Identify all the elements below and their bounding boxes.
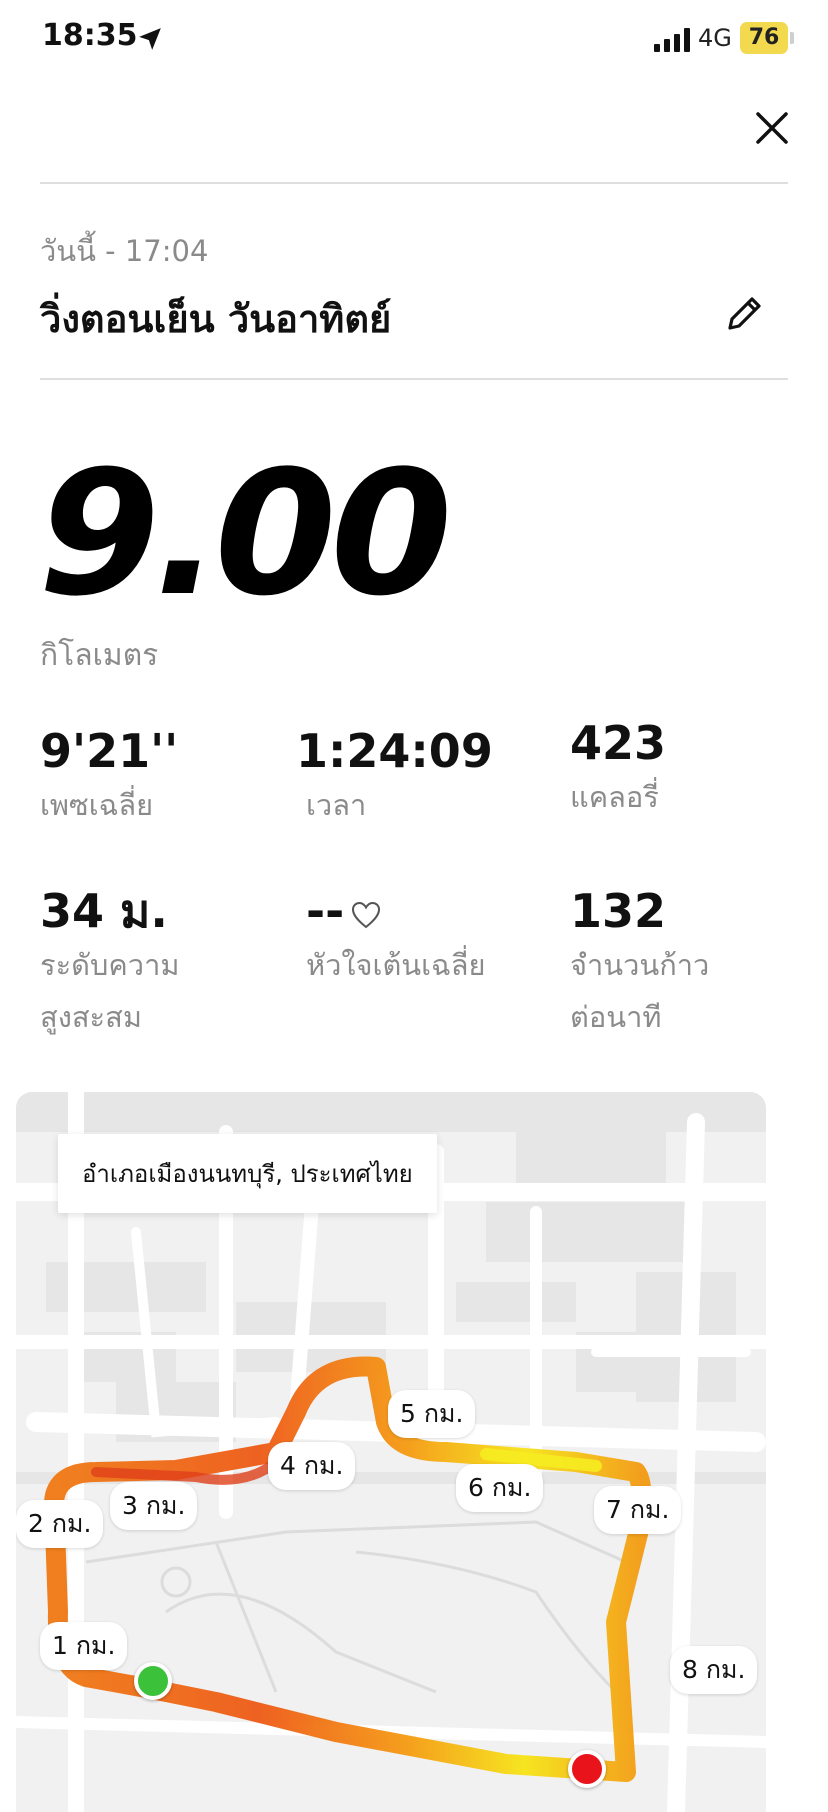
km-marker: 3 กม. [110,1482,198,1530]
pace-label: เพซเฉลี่ย [40,788,154,823]
status-bar: 18:35 4G 76 [0,0,828,80]
heart-rate-value: -- [306,884,345,938]
time-value: 1:24:09 [296,724,493,778]
heart-icon [352,901,381,928]
map-location-label: อำเภอเมืองนนทบุรี, ประเทศไทย [58,1134,437,1213]
header-divider [40,182,788,184]
map-park-paths [85,1520,627,1694]
battery-indicator: 76 [740,22,788,54]
heart-rate-label: หัวใจเต้นเฉลี่ย [306,948,486,983]
calories-label: แคลอรี่ [570,780,659,815]
pace-value: 9'21'' [40,724,179,778]
cadence-value: 132 [570,884,667,938]
activity-date: วันนี้ - 17:04 [40,234,209,268]
km-marker: 5 กม. [388,1390,476,1438]
stat-elevation: 34 ม. ระดับความสูงสะสม [40,884,210,1044]
km-marker: 1 กม. [40,1622,128,1670]
battery-cap [790,32,794,44]
km-marker: 4 กม. [268,1442,356,1490]
start-marker [134,1662,172,1700]
heart-rate-row: -- [306,884,526,939]
activity-title: วิ่งตอนเย็น วันอาทิตย์ [40,297,392,341]
network-type: 4G [698,24,732,52]
distance-value: 9.00 [38,433,453,634]
distance-unit: กิโลเมตร [40,638,159,673]
stat-cadence: 132 จำนวนก้าวต่อนาที [570,884,730,1044]
km-marker: 6 กม. [456,1464,544,1512]
signal-icon [654,28,690,52]
elevation-value: 34 ม. [40,884,168,938]
calories-value: 423 [570,716,667,770]
cadence-label: จำนวนก้าวต่อนาที [570,948,710,1035]
end-marker [568,1750,606,1788]
km-marker: 7 กม. [594,1486,682,1534]
title-divider [40,378,788,380]
status-time: 18:35 [42,18,138,53]
stat-time: 1:24:09 เวลา [296,724,506,831]
close-icon[interactable] [752,108,792,148]
stat-pace: 9'21'' เพซเฉลี่ย [40,724,240,831]
elevation-label: ระดับความสูงสะสม [40,948,180,1035]
km-marker: 2 กม. [16,1500,104,1548]
time-label: เวลา [306,788,367,823]
km-marker: 8 กม. [670,1646,758,1694]
stat-heart-rate: -- หัวใจเต้นเฉลี่ย [306,884,526,991]
pencil-icon[interactable] [722,292,766,336]
stat-calories: 423 แคลอรี่ [570,716,770,823]
location-arrow-icon [139,28,161,50]
route-map[interactable]: อำเภอเมืองนนทบุรี, ประเทศไทย 1 กม. 2 กม.… [16,1092,766,1812]
